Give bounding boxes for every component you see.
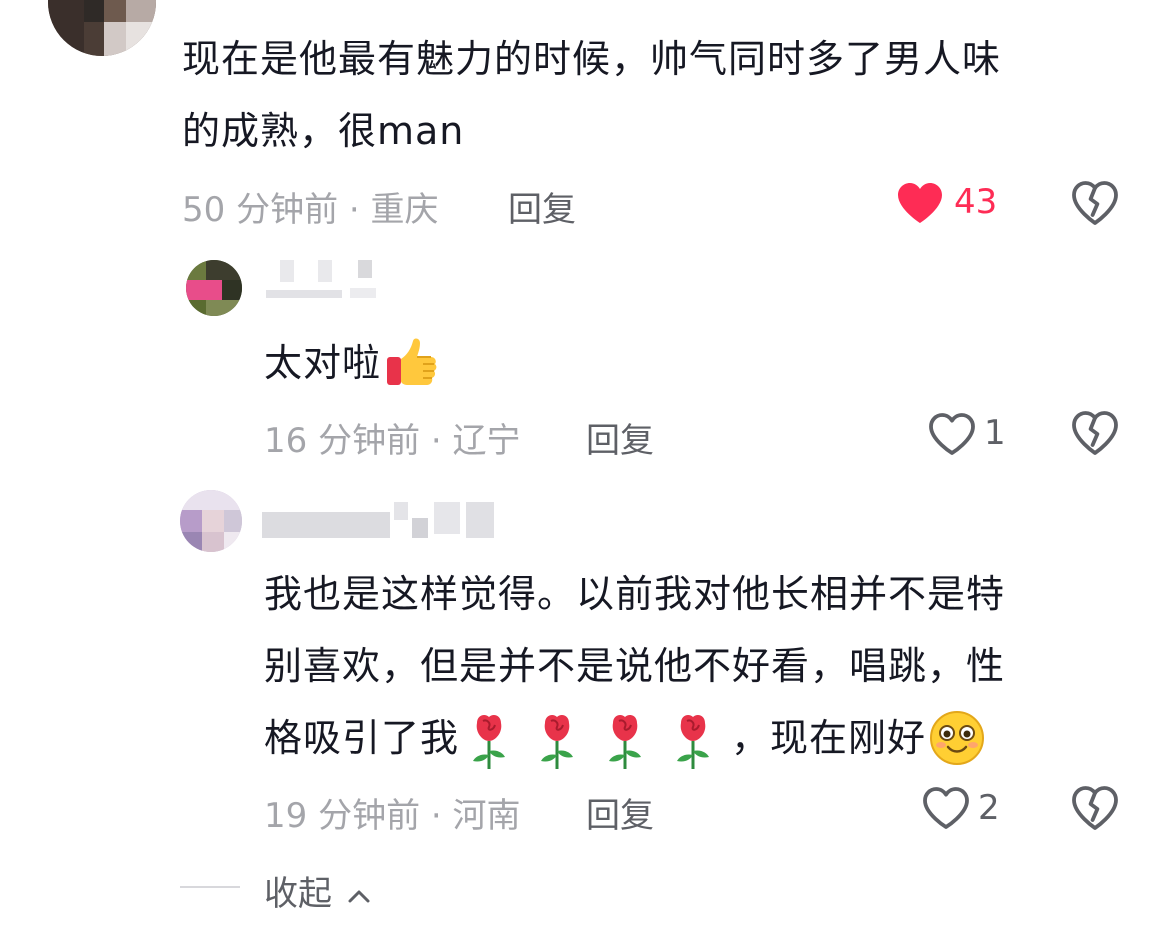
meta-separator: ·	[338, 190, 371, 230]
collapse-replies-button[interactable]: 收起	[264, 866, 371, 915]
collapse-label: 收起	[264, 874, 332, 914]
reply-2-author[interactable]	[262, 496, 498, 542]
collapse-divider	[180, 886, 240, 888]
reply-2-text-segment-b: ，现在刚好	[731, 716, 927, 760]
meta-separator: ·	[420, 421, 453, 461]
reply-2-text-segment-a: 格吸引了我	[264, 716, 460, 760]
reply-1-meta: 16 分钟前 · 辽宁	[264, 413, 521, 462]
reply-2-like-count: 2	[978, 788, 1000, 828]
reply-1-author[interactable]	[266, 260, 378, 304]
dislike-icon[interactable]	[1071, 785, 1119, 831]
rose-icon	[669, 711, 725, 771]
reply-1-text: 太对啦	[264, 328, 439, 398]
comment-like-count: 43	[954, 182, 998, 222]
reply-1-like-count: 1	[984, 413, 1006, 453]
reply-1-reply-button[interactable]: 回复	[586, 413, 654, 462]
reply-1-location: 辽宁	[452, 421, 521, 461]
reply-1-text-content: 太对啦	[264, 341, 382, 385]
reply-2-meta: 19 分钟前 · 河南	[264, 788, 521, 837]
comment-location: 重庆	[370, 190, 439, 230]
chevron-up-icon	[348, 890, 370, 902]
dislike-icon[interactable]	[1071, 180, 1119, 226]
heart-filled-icon[interactable]	[896, 181, 944, 225]
comment-meta: 50 分钟前 · 重庆	[182, 182, 439, 231]
reply-1-avatar[interactable]	[186, 260, 242, 316]
reply-2-reply-button[interactable]: 回复	[586, 788, 654, 837]
reply-2-time: 19 分钟前	[264, 796, 421, 836]
rose-icon	[533, 711, 589, 771]
comment-time: 50 分钟前	[182, 190, 339, 230]
meta-separator: ·	[420, 796, 453, 836]
comment-avatar[interactable]	[48, 0, 156, 56]
comment-text-line-1: 现在是他最有魅力的时候，帅气同时多了男人味	[182, 37, 1002, 81]
comment-text-line-2: 的成熟，很man	[182, 109, 465, 153]
heart-outline-icon[interactable]	[928, 412, 976, 456]
reply-2-text-line-1: 我也是这样觉得。以前我对他长相并不是特	[264, 572, 1006, 616]
smiling-face-icon	[930, 710, 985, 765]
reply-2-avatar[interactable]	[180, 490, 242, 552]
rose-icon	[465, 711, 521, 771]
reply-1-time: 16 分钟前	[264, 421, 421, 461]
reply-2-text-line-3: 格吸引了我 ，现在刚好	[264, 703, 986, 773]
comment-reply-button[interactable]: 回复	[508, 182, 576, 231]
dislike-icon[interactable]	[1071, 410, 1119, 456]
reply-2-text-line-2: 别喜欢，但是并不是说他不好看，唱跳，性	[264, 644, 1006, 688]
thumbs-up-icon	[387, 338, 437, 385]
heart-outline-icon[interactable]	[922, 786, 970, 830]
reply-2-location: 河南	[452, 796, 521, 836]
rose-icon	[601, 711, 657, 771]
